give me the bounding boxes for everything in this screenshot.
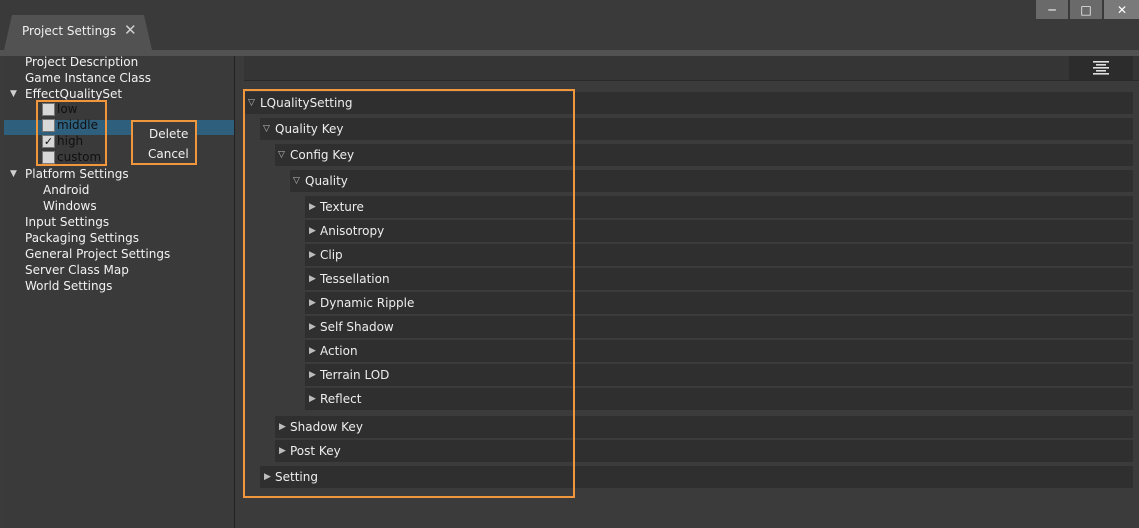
sidebar-item-packaging-settings[interactable]: Packaging Settings bbox=[25, 230, 139, 246]
tree-highlight-box bbox=[243, 89, 575, 498]
delete-menu-item[interactable]: Delete bbox=[149, 125, 188, 143]
context-menu: Delete Cancel bbox=[131, 120, 197, 165]
sidebar-item-windows[interactable]: Windows bbox=[43, 198, 97, 214]
close-icon[interactable]: ✕ bbox=[1104, 0, 1139, 19]
sidebar-item-world-settings[interactable]: World Settings bbox=[25, 278, 112, 294]
cancel-menu-item[interactable]: Cancel bbox=[148, 145, 189, 163]
close-icon[interactable]: ✕ bbox=[124, 21, 137, 39]
minimize-icon[interactable]: ─ bbox=[1036, 0, 1068, 19]
expand-arrow-icon[interactable]: ▼ bbox=[10, 89, 17, 99]
sidebar-item-general-project-settings[interactable]: General Project Settings bbox=[25, 246, 170, 262]
sidebar-item-android[interactable]: Android bbox=[43, 182, 89, 198]
tab-title: Project Settings bbox=[22, 24, 117, 38]
sidebar-item-server-class-map[interactable]: Server Class Map bbox=[25, 262, 129, 278]
expand-arrow-icon[interactable]: ▼ bbox=[10, 169, 17, 179]
sidebar-item-game-instance-class[interactable]: Game Instance Class bbox=[25, 70, 151, 86]
window-controls: ─ □ ✕ bbox=[1036, 0, 1139, 19]
tab-bar bbox=[0, 0, 1139, 50]
maximize-icon[interactable]: □ bbox=[1070, 0, 1102, 19]
details-toolbar bbox=[244, 56, 1139, 81]
checkbox-group-highlight bbox=[36, 100, 107, 166]
align-center-icon[interactable] bbox=[1069, 56, 1133, 80]
sidebar-item-platform-settings[interactable]: Platform Settings bbox=[25, 166, 129, 182]
sidebar-item-project-description[interactable]: Project Description bbox=[25, 54, 138, 70]
sidebar-item-input-settings[interactable]: Input Settings bbox=[25, 214, 109, 230]
